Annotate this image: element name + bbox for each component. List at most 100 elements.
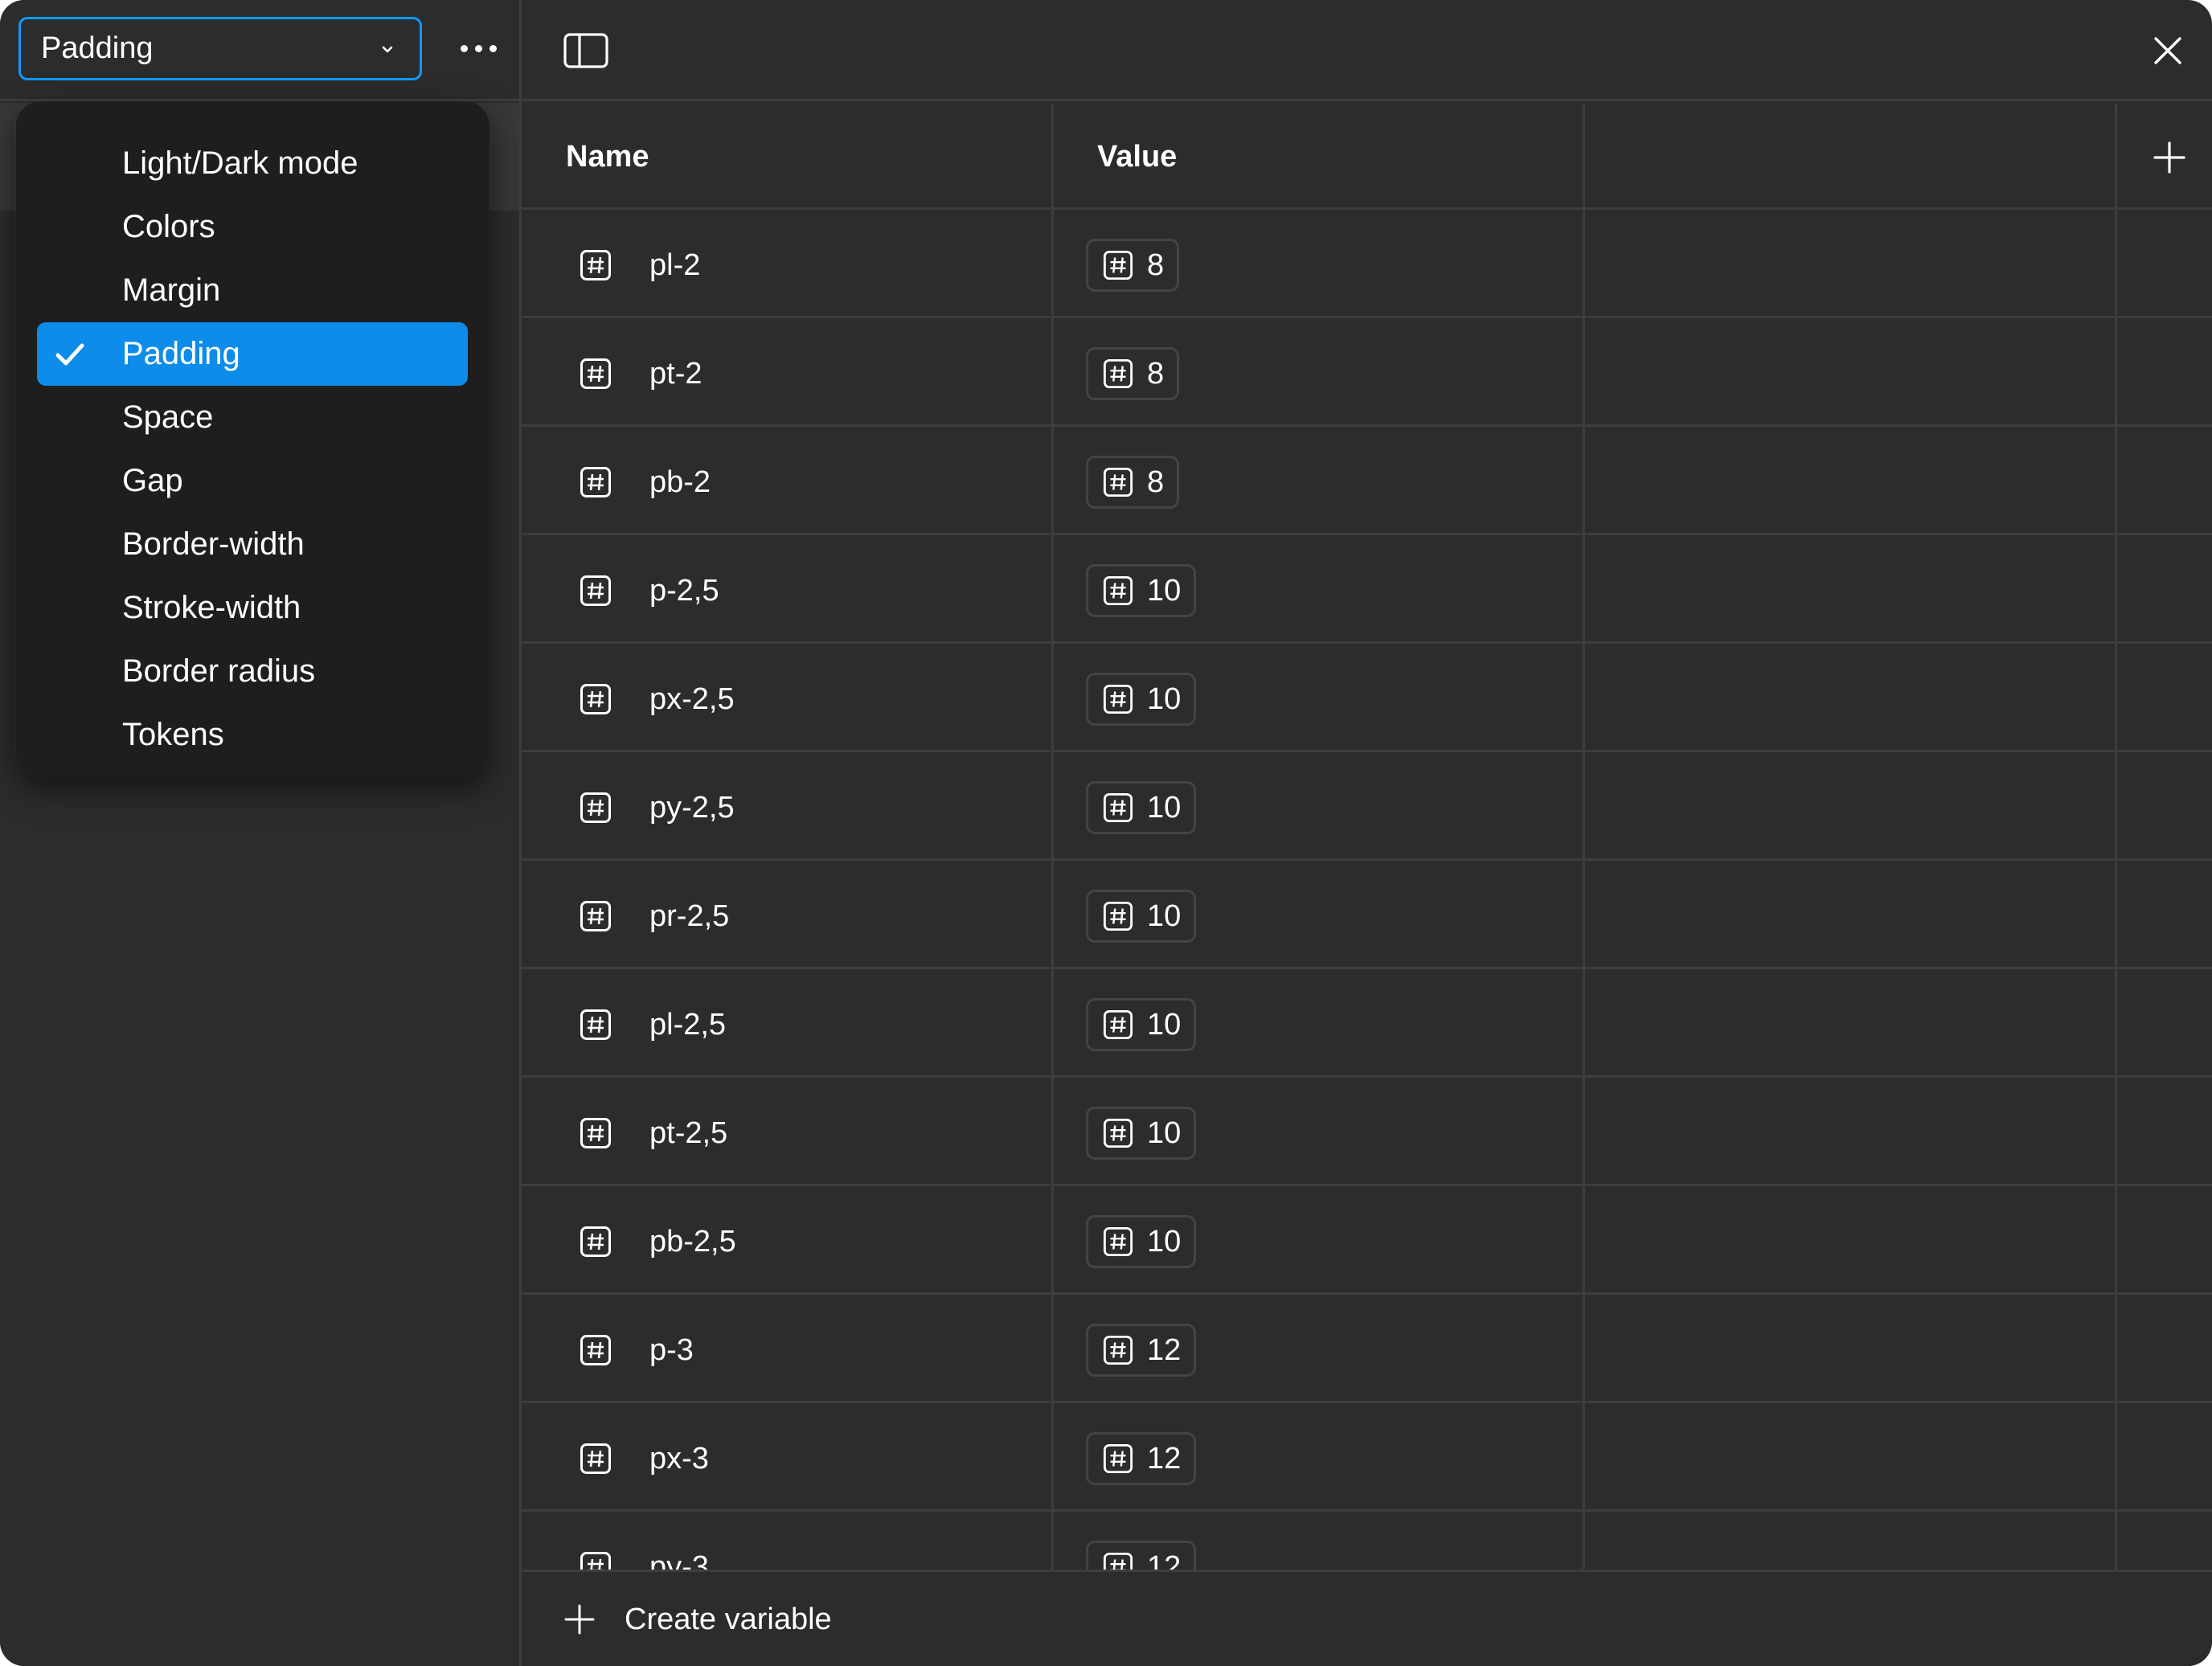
menu-item[interactable]: Colors <box>37 195 468 259</box>
variable-value[interactable]: 10 <box>1086 673 1197 726</box>
variable-value[interactable]: 12 <box>1086 1432 1197 1485</box>
number-hash-icon <box>1103 467 1133 497</box>
variable-name[interactable]: pt-2,5 <box>649 1080 727 1186</box>
menu-item-label: Light/Dark mode <box>122 145 358 181</box>
variable-value[interactable]: 12 <box>1086 1541 1197 1571</box>
table-row[interactable]: pt-2,5 10 <box>522 1080 2212 1186</box>
number-hash-icon <box>580 1552 611 1570</box>
table-row[interactable]: pb-2 8 <box>522 429 2212 535</box>
ellipsis-icon[interactable] <box>448 31 509 66</box>
number-hash-icon <box>580 250 611 280</box>
variable-value[interactable]: 8 <box>1086 347 1180 400</box>
menu-item-label: Colors <box>122 209 215 244</box>
variable-value-text: 10 <box>1147 898 1182 933</box>
menu-item-label: Border-width <box>122 526 305 562</box>
variable-value[interactable]: 10 <box>1086 890 1197 943</box>
number-hash-icon <box>580 792 611 823</box>
variable-value[interactable]: 10 <box>1086 781 1197 834</box>
table-row[interactable]: p-3 12 <box>522 1297 2212 1403</box>
number-hash-icon <box>580 575 611 606</box>
number-hash-icon <box>1103 1552 1133 1570</box>
toolbar <box>522 0 2212 101</box>
number-hash-icon <box>580 901 611 931</box>
variable-name[interactable]: pb-2,5 <box>649 1189 736 1295</box>
number-hash-icon <box>1103 684 1133 714</box>
number-hash-icon <box>1103 1009 1133 1040</box>
sidebar-toggle-icon[interactable] <box>563 33 608 68</box>
variable-value-text: 8 <box>1147 465 1165 499</box>
menu-item[interactable]: Stroke-width <box>37 576 468 640</box>
variable-name[interactable]: pt-2 <box>649 321 702 427</box>
column-header-value[interactable]: Value <box>1097 104 1177 210</box>
variable-name[interactable]: pb-2 <box>649 429 711 535</box>
number-hash-icon <box>580 467 611 497</box>
column-header-name[interactable]: Name <box>566 104 649 210</box>
menu-item[interactable]: Padding <box>37 322 468 386</box>
table-row[interactable]: pr-2,5 10 <box>522 863 2212 969</box>
close-icon[interactable] <box>2149 32 2186 69</box>
menu-item[interactable]: Border-width <box>37 513 468 576</box>
variables-table: Name Value pl-2 8 pt-2 8 pb-2 8 p-2,5 10 px-2,5 1… <box>522 104 2212 1570</box>
number-hash-icon <box>1103 575 1133 606</box>
variable-name[interactable]: py-3 <box>649 1514 709 1571</box>
menu-item[interactable]: Margin <box>37 259 468 322</box>
variable-value[interactable]: 10 <box>1086 564 1197 617</box>
variable-value[interactable]: 8 <box>1086 456 1180 509</box>
variable-value[interactable]: 10 <box>1086 1107 1197 1160</box>
table-row[interactable]: py-2,5 10 <box>522 755 2212 861</box>
variable-name[interactable]: pr-2,5 <box>649 863 729 969</box>
table-row[interactable]: pl-2 8 <box>522 212 2212 318</box>
number-hash-icon <box>1103 1335 1133 1365</box>
variable-value[interactable]: 10 <box>1086 998 1197 1051</box>
variable-name[interactable]: pl-2,5 <box>649 972 726 1078</box>
menu-item[interactable]: Border radius <box>37 640 468 703</box>
menu-item-label: Border radius <box>122 653 316 689</box>
main-panel: Name Value pl-2 8 pt-2 8 pb-2 8 p-2,5 10 px-2,5 1… <box>522 0 2212 1666</box>
menu-item-label: Stroke-width <box>122 590 301 625</box>
variable-value-text: 12 <box>1147 1332 1182 1367</box>
number-hash-icon <box>580 1118 611 1148</box>
variable-name[interactable]: p-3 <box>649 1297 694 1403</box>
create-variable-button[interactable]: Create variable <box>563 1591 832 1648</box>
number-hash-icon <box>580 358 611 389</box>
table-row[interactable]: pl-2,5 10 <box>522 972 2212 1078</box>
table-header: Name Value <box>522 104 2212 210</box>
variable-name[interactable]: px-3 <box>649 1406 709 1512</box>
number-hash-icon <box>1103 901 1133 931</box>
variable-value-text: 12 <box>1147 1549 1182 1571</box>
menu-item-label: Margin <box>122 272 221 308</box>
variable-value[interactable]: 12 <box>1086 1324 1197 1377</box>
collection-select[interactable]: Padding <box>18 17 422 80</box>
variable-value-text: 10 <box>1147 682 1182 716</box>
menu-item[interactable]: Tokens <box>37 703 468 767</box>
variable-value-text: 8 <box>1147 356 1165 391</box>
menu-item-label: Gap <box>122 463 183 498</box>
menu-item-label: Tokens <box>122 717 224 752</box>
table-row[interactable]: px-2,5 10 <box>522 646 2212 752</box>
sidebar-header: Padding <box>0 0 519 101</box>
variable-name[interactable]: px-2,5 <box>649 646 735 752</box>
variable-value[interactable]: 8 <box>1086 239 1180 292</box>
collection-menu: Light/Dark mode Colors Margin Padding Space G… <box>16 101 490 776</box>
table-row[interactable]: pt-2 8 <box>522 321 2212 427</box>
number-hash-icon <box>1103 792 1133 823</box>
menu-item[interactable]: Gap <box>37 449 468 513</box>
table-row[interactable]: px-3 12 <box>522 1406 2212 1512</box>
plus-icon <box>564 1604 595 1635</box>
menu-item[interactable]: Space <box>37 386 468 449</box>
menu-item[interactable]: Light/Dark mode <box>37 132 468 195</box>
number-hash-icon <box>1103 250 1133 280</box>
table-row[interactable]: pb-2,5 10 <box>522 1189 2212 1295</box>
number-hash-icon <box>1103 1226 1133 1257</box>
menu-item-label: Space <box>122 399 214 435</box>
variable-name[interactable]: py-2,5 <box>649 755 735 861</box>
variable-value-text: 8 <box>1147 248 1165 282</box>
plus-icon[interactable] <box>2152 140 2187 175</box>
table-row[interactable]: py-3 12 <box>522 1514 2212 1570</box>
number-hash-icon <box>580 1226 611 1257</box>
variable-name[interactable]: p-2,5 <box>649 538 719 644</box>
variable-name[interactable]: pl-2 <box>649 212 700 318</box>
table-row[interactable]: p-2,5 10 <box>522 538 2212 644</box>
variable-value[interactable]: 10 <box>1086 1215 1197 1268</box>
number-hash-icon <box>580 1009 611 1040</box>
